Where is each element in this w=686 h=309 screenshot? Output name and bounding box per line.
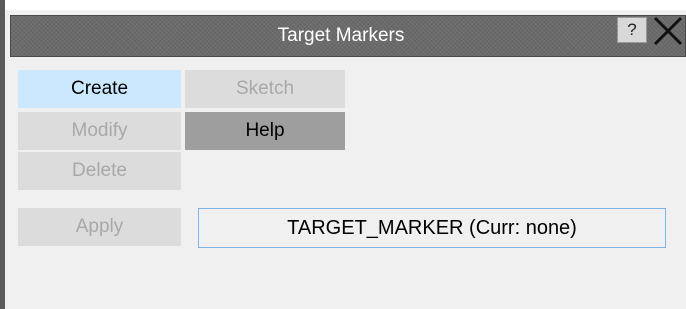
window-title: Target Markers bbox=[277, 25, 405, 46]
apply-button[interactable]: Apply bbox=[18, 208, 181, 246]
modify-button[interactable]: Modify bbox=[18, 112, 181, 150]
window-left-border bbox=[0, 0, 5, 309]
target-markers-window: Target Markers ? Create Sketch Modify He… bbox=[0, 0, 686, 309]
target-marker-field[interactable]: TARGET_MARKER (Curr: none) bbox=[198, 208, 666, 248]
create-button[interactable]: Create bbox=[18, 70, 181, 108]
sketch-button[interactable]: Sketch bbox=[185, 70, 345, 108]
help-question-button[interactable]: ? bbox=[617, 17, 647, 43]
help-button[interactable]: Help bbox=[185, 112, 345, 150]
title-bar[interactable]: Target Markers bbox=[10, 15, 686, 57]
delete-button[interactable]: Delete bbox=[18, 152, 181, 190]
window-top-border bbox=[0, 0, 686, 10]
close-icon[interactable] bbox=[650, 14, 686, 48]
